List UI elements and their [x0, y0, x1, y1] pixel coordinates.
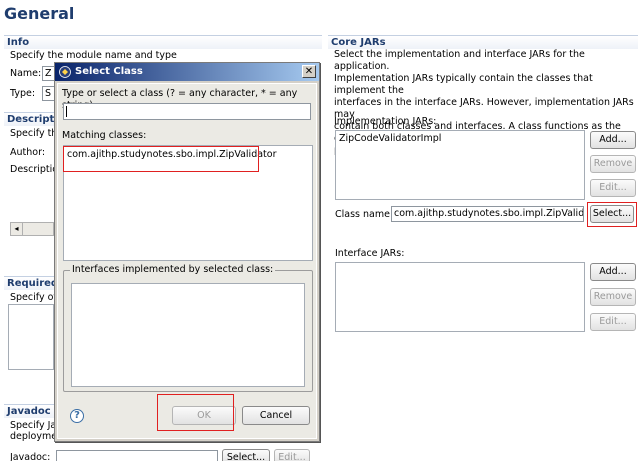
horizontal-scrollbar[interactable]: ◂	[10, 222, 54, 236]
required-hint: Specify ot	[10, 292, 58, 303]
interface-edit-button[interactable]: Edit...	[590, 313, 636, 331]
interface-remove-button[interactable]: Remove	[590, 288, 636, 306]
class-name-field[interactable]: com.ajithp.studynotes.sbo.impl.ZipValida…	[391, 206, 584, 222]
javadoc-field[interactable]	[56, 450, 218, 461]
interfaces-label: Interfaces implemented by selected class…	[70, 264, 276, 276]
class-filter-input[interactable]	[63, 103, 311, 120]
javadoc-edit-button[interactable]: Edit...	[274, 449, 310, 461]
implementation-jars-list[interactable]: ZipCodeValidatorImpl	[335, 130, 585, 200]
select-class-dialog[interactable]: Select Class ✕ Type or select a class (?…	[54, 62, 320, 442]
interface-jars-list[interactable]	[335, 262, 585, 332]
matching-classes-label: Matching classes:	[62, 130, 147, 141]
close-icon[interactable]: ✕	[302, 65, 316, 78]
interface-jars-label: Interface JARs:	[335, 248, 405, 259]
type-label: Type:	[10, 88, 36, 99]
dialog-body: Type or select a class (? = any characte…	[57, 83, 317, 439]
dialog-title-bar[interactable]: Select Class ✕	[55, 63, 319, 81]
required-list[interactable]	[8, 304, 54, 370]
select-button-highlight	[587, 202, 637, 227]
info-description: Specify the module name and type	[10, 50, 177, 61]
description-hint: Specify th	[10, 128, 58, 139]
text-cursor	[66, 106, 67, 117]
implementation-remove-button[interactable]: Remove	[590, 155, 636, 173]
javadoc-hint-line2: deployme	[10, 431, 58, 442]
javadoc-select-button[interactable]: Select...	[222, 449, 270, 461]
core-jars-desc-line: Implementation JARs typically contain th…	[334, 73, 593, 96]
cancel-button[interactable]: Cancel	[242, 406, 310, 425]
interfaces-list[interactable]	[71, 283, 305, 387]
implementation-jars-label: Implementation JARs:	[334, 116, 437, 127]
interface-add-button[interactable]: Add...	[590, 263, 636, 281]
dialog-title: Select Class	[75, 66, 143, 77]
ok-button-highlight	[157, 394, 234, 431]
list-item[interactable]: ZipCodeValidatorImpl	[336, 131, 584, 147]
description-label: Descriptic	[10, 164, 58, 175]
interfaces-group: Interfaces implemented by selected class…	[63, 264, 313, 392]
info-section-heading: Info	[4, 35, 322, 49]
name-label: Name:	[10, 68, 42, 79]
page-title: General	[4, 4, 75, 23]
implementation-edit-button[interactable]: Edit...	[590, 179, 636, 197]
javadoc-label: Javadoc:	[10, 452, 51, 461]
scroll-left-icon[interactable]: ◂	[11, 223, 23, 235]
core-jars-desc-line: Select the implementation and interface …	[334, 49, 585, 72]
dialog-app-icon	[59, 66, 71, 78]
core-jars-section-heading: Core JARs	[328, 35, 638, 49]
author-label: Author:	[10, 147, 46, 158]
help-icon[interactable]: ?	[70, 409, 84, 423]
implementation-add-button[interactable]: Add...	[590, 131, 636, 149]
match-highlight	[63, 146, 259, 172]
class-name-label: Class name:	[335, 209, 394, 220]
